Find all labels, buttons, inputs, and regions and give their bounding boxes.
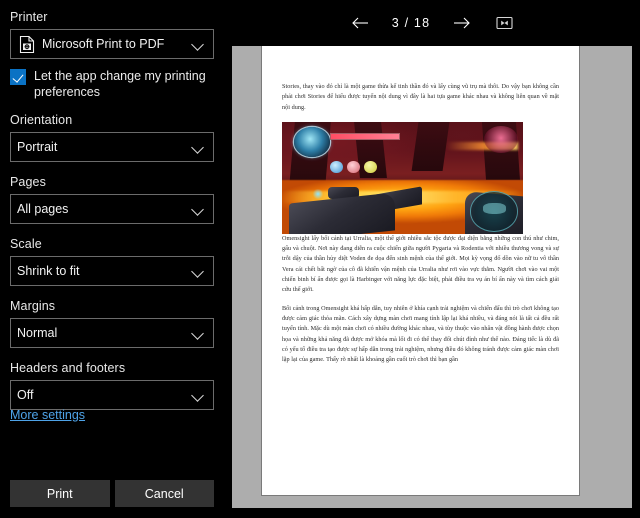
pages-label: Pages — [10, 175, 46, 189]
margins-group: Margins Normal — [10, 299, 214, 348]
scale-value: Shrink to fit — [17, 264, 80, 278]
orientation-value: Portrait — [17, 140, 58, 154]
printer-group: Printer Microsoft Print to PDF — [10, 10, 214, 59]
figure-hud-pip — [363, 161, 377, 174]
printer-icon — [19, 35, 36, 54]
orientation-label: Orientation — [10, 113, 73, 127]
figure-blue-spark — [313, 189, 323, 200]
orientation-group: Orientation Portrait — [10, 113, 214, 162]
document-paragraph: Omensight lấy bối cảnh tại Urralia, một … — [282, 234, 559, 294]
document-paragraph: Bối cảnh trong Omensight khá hấp dẫn, tu… — [282, 304, 559, 364]
chevron-down-icon — [192, 265, 205, 278]
document-page-content: Stories, thay vào đó chỉ là một game thừ… — [262, 46, 579, 365]
arrow-left-icon — [351, 16, 369, 30]
document-figure-game-screenshot — [282, 121, 523, 234]
page-indicator: 3 / 18 — [391, 16, 431, 30]
dialog-action-row: Print Cancel — [10, 480, 214, 507]
margins-value: Normal — [17, 326, 58, 340]
print-preview-pane: 3 / 18 Stories, thay vào đó chỉ là một g… — [224, 0, 640, 518]
pages-value: All pages — [17, 202, 69, 216]
scale-select[interactable]: Shrink to fit — [10, 256, 214, 286]
arrow-right-icon — [453, 16, 471, 30]
headers-footers-group: Headers and footers Off — [10, 361, 214, 410]
preview-toolbar: 3 / 18 — [224, 0, 640, 46]
chevron-down-icon — [192, 141, 205, 154]
print-button[interactable]: Print — [10, 480, 110, 507]
preview-gutter — [604, 46, 632, 508]
headers-footers-value: Off — [17, 388, 34, 402]
pages-group: Pages All pages — [10, 175, 214, 224]
app-preferences-label: Let the app change my printing preferenc… — [34, 69, 206, 99]
cancel-button[interactable]: Cancel — [114, 480, 214, 507]
figure-hud-minimap — [470, 191, 519, 232]
orientation-select[interactable]: Portrait — [10, 132, 214, 162]
chevron-down-icon — [192, 203, 205, 216]
app-preferences-checkbox[interactable] — [10, 69, 26, 85]
document-page: Stories, thay vào đó chỉ là một game thừ… — [261, 46, 580, 496]
next-page-button[interactable] — [449, 10, 475, 36]
document-paragraph: Stories, thay vào đó chỉ là một game thừ… — [282, 83, 559, 111]
pages-select[interactable]: All pages — [10, 194, 214, 224]
figure-hud-portrait — [294, 127, 331, 157]
margins-select[interactable]: Normal — [10, 318, 214, 348]
printer-label: Printer — [10, 10, 48, 24]
chevron-down-icon — [192, 38, 205, 51]
figure-rock-pillar — [411, 121, 450, 172]
figure-hud-healthbar-fill — [331, 133, 399, 139]
margins-label: Margins — [10, 299, 56, 313]
preview-scroll-surface[interactable]: Stories, thay vào đó chỉ là một game thừ… — [232, 46, 632, 508]
headers-footers-select[interactable]: Off — [10, 380, 214, 410]
fit-to-page-icon — [495, 16, 513, 30]
chevron-down-icon — [192, 327, 205, 340]
more-settings-link[interactable]: More settings — [10, 408, 85, 422]
scale-label: Scale — [10, 237, 42, 251]
headers-footers-label: Headers and footers — [10, 361, 126, 375]
printer-select[interactable]: Microsoft Print to PDF — [10, 29, 214, 59]
previous-page-button[interactable] — [347, 10, 373, 36]
printer-value: Microsoft Print to PDF — [42, 37, 165, 51]
scale-group: Scale Shrink to fit — [10, 237, 214, 286]
chevron-down-icon — [192, 389, 205, 402]
fit-to-page-button[interactable] — [491, 10, 517, 36]
print-settings-pane: Printer Microsoft Print to PDF Let the a — [0, 0, 224, 518]
print-dialog: Printer Microsoft Print to PDF Let the a — [0, 0, 640, 518]
app-preferences-checkbox-row[interactable]: Let the app change my printing preferenc… — [10, 68, 214, 100]
